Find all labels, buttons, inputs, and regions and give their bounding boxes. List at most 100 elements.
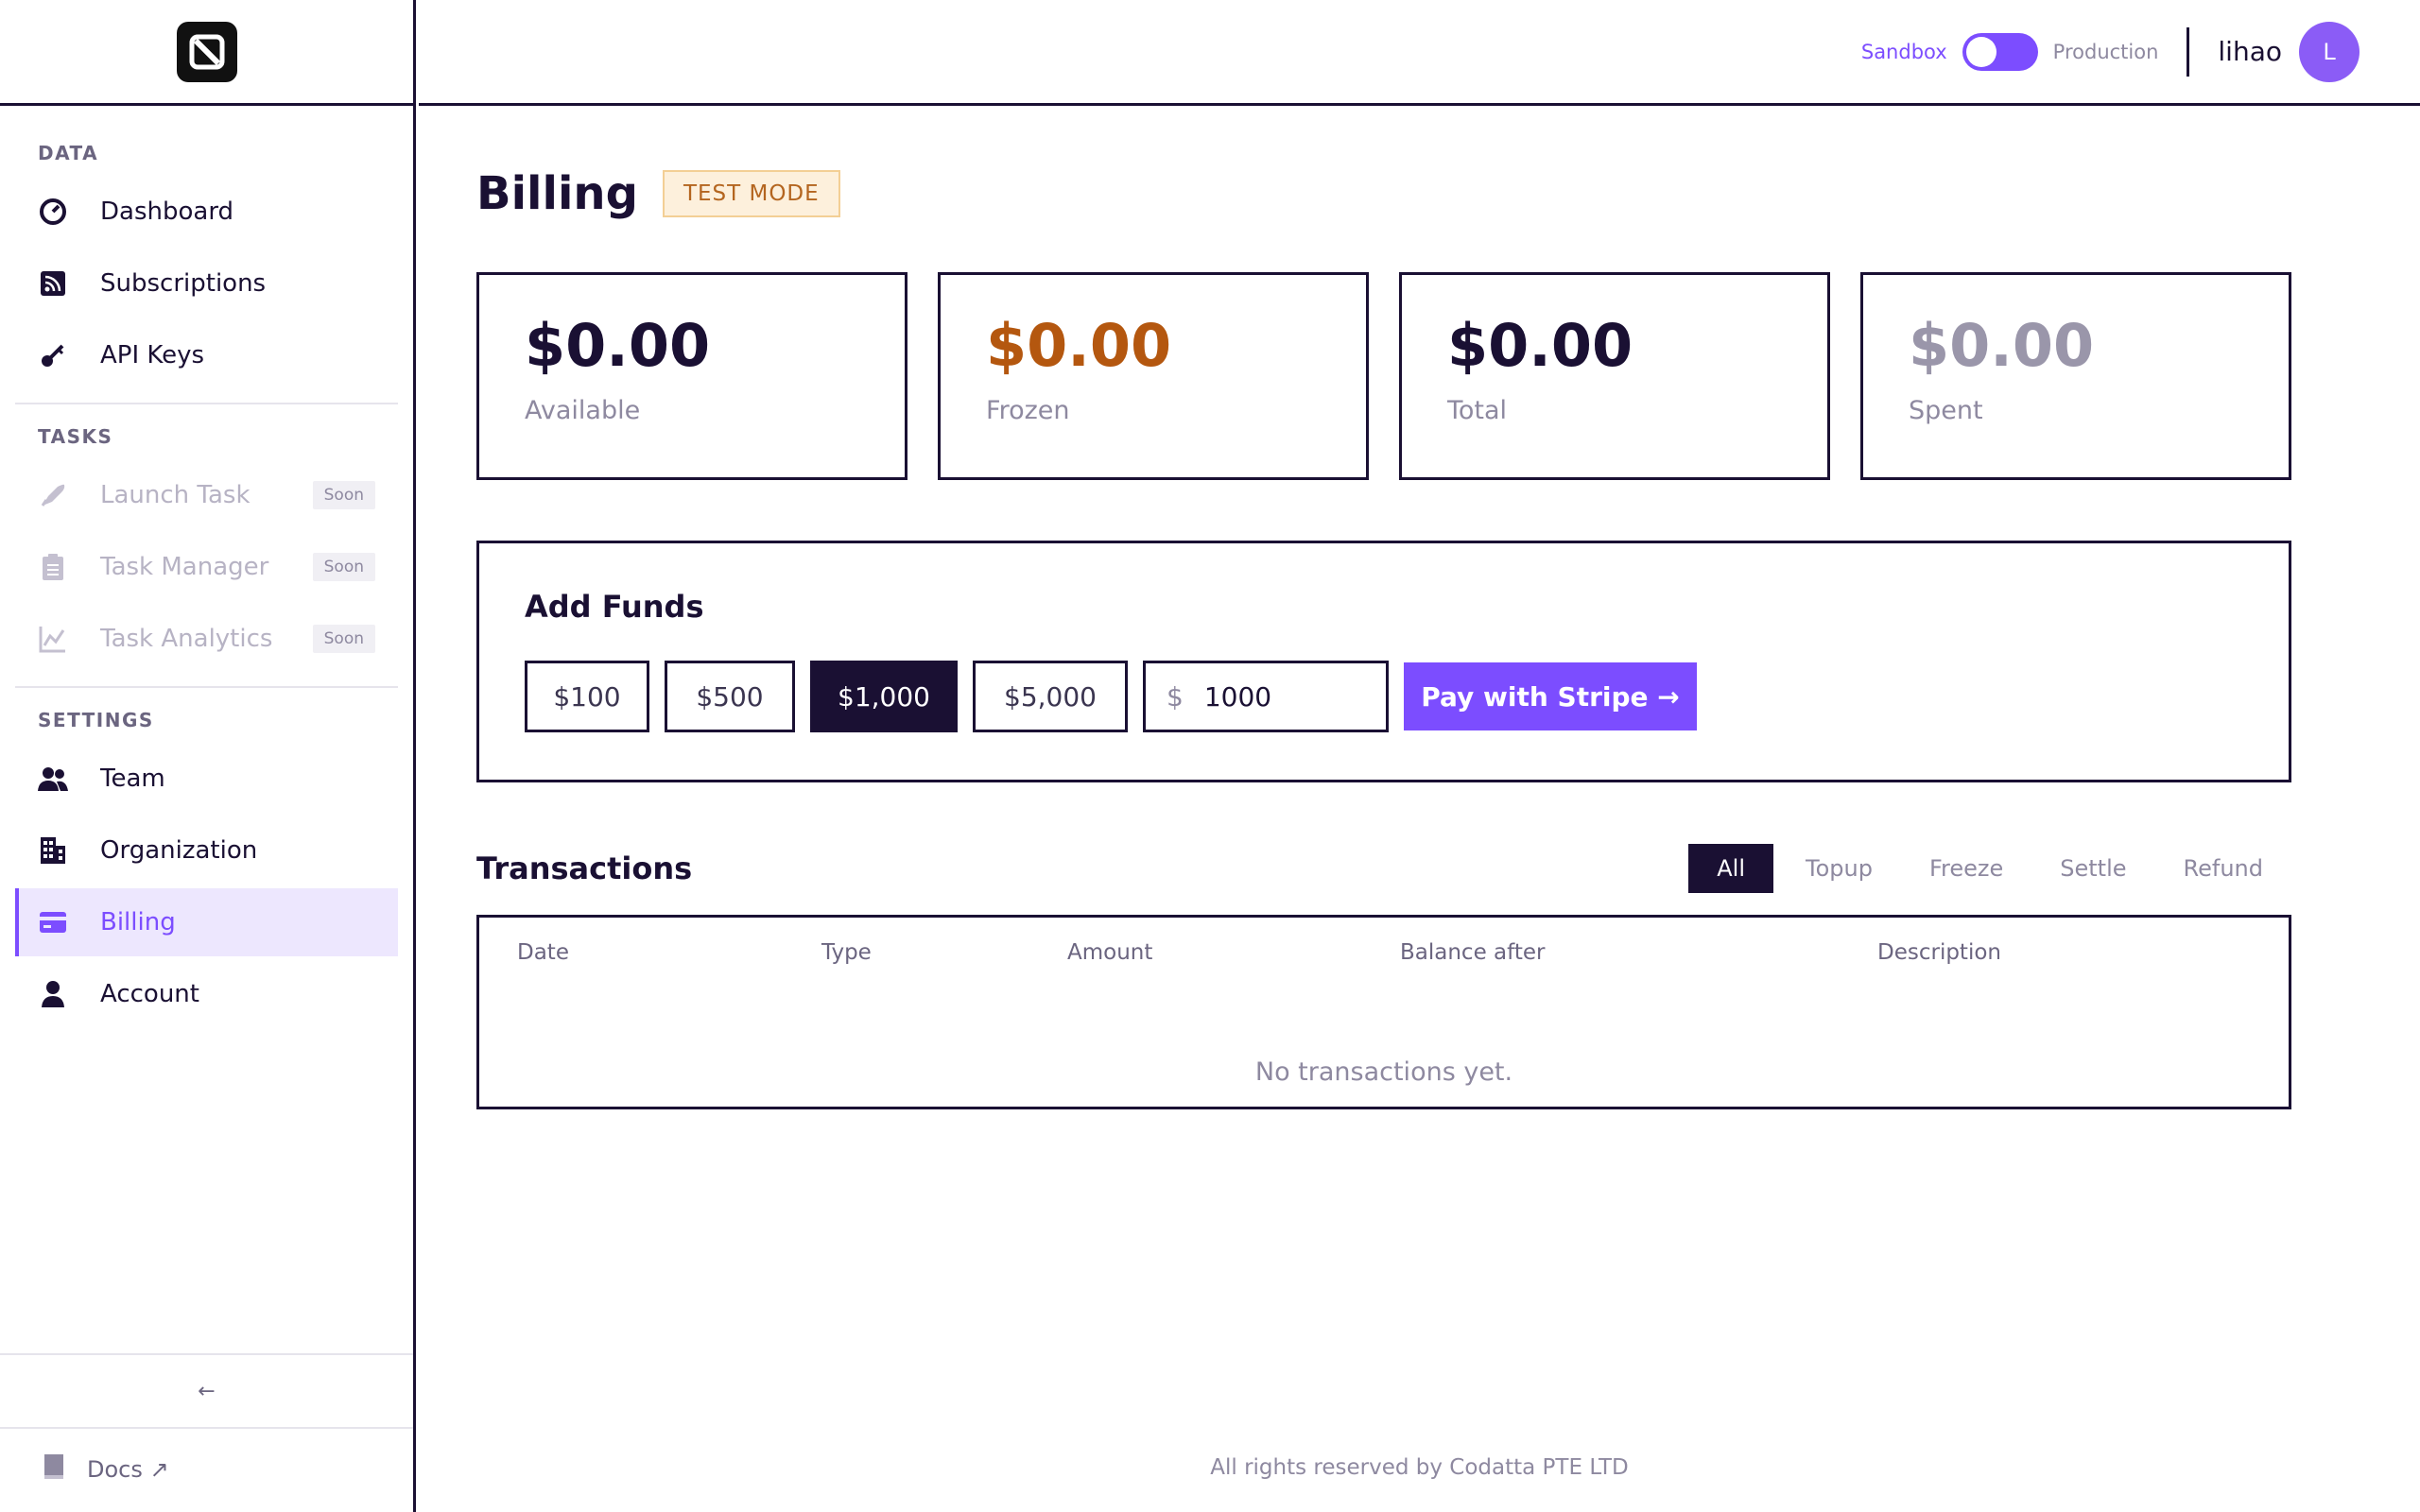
env-sandbox-label[interactable]: Sandbox (1861, 41, 1947, 63)
currency-symbol: $ (1167, 680, 1184, 713)
amount-button-5000[interactable]: $5,000 (973, 661, 1128, 732)
environment-toggle[interactable] (1962, 32, 2038, 71)
custom-amount-field[interactable]: $ (1143, 661, 1389, 732)
docs-label: Docs ↗ (87, 1456, 169, 1483)
amount-button-1000[interactable]: $1,000 (810, 661, 958, 732)
filter-topup[interactable]: Topup (1777, 844, 1901, 893)
rss-feed-icon (38, 268, 68, 299)
stat-value: $0.00 (1909, 311, 2095, 380)
sidebar-item-label: Organization (100, 836, 258, 865)
stat-card-frozen: $0.00 Frozen (938, 272, 1369, 480)
book-icon (42, 1453, 66, 1486)
pay-with-stripe-button[interactable]: Pay with Stripe → (1404, 662, 1697, 730)
custom-amount-input[interactable] (1203, 680, 1346, 713)
add-funds-card: Add Funds $100 $500 $1,000 $5,000 $ Pay … (476, 541, 2291, 782)
toggle-knob (1965, 36, 1996, 67)
header-divider (2187, 26, 2190, 77)
chart-icon (38, 624, 68, 654)
balance-stats: $0.00 Available $0.00 Frozen $0.00 Total… (476, 272, 2291, 480)
filter-all[interactable]: All (1688, 844, 1774, 893)
stat-value: $0.00 (525, 311, 711, 380)
sidebar-item-api-keys[interactable]: API Keys (15, 321, 398, 389)
transactions-title: Transactions (476, 850, 693, 886)
sidebar-item-task-analytics: Task Analytics Soon (15, 605, 398, 673)
top-header: Sandbox Production lihao L (419, 0, 2420, 106)
section-label-settings: SETTINGS (38, 709, 154, 731)
nav-section-tasks: TASKS Launch Task Soon Task Manager Soon (0, 404, 413, 673)
app-root: DATA Dashboard Subscriptions API Keys TA… (0, 0, 2420, 1512)
stat-label: Available (525, 396, 641, 425)
soon-badge: Soon (312, 553, 375, 581)
sidebar-item-label: Subscriptions (100, 269, 267, 298)
amount-button-100[interactable]: $100 (525, 661, 649, 732)
nav-section-data: DATA Dashboard Subscriptions API Keys (0, 106, 413, 389)
stat-value: $0.00 (1447, 311, 1634, 380)
amount-button-500[interactable]: $500 (665, 661, 795, 732)
building-icon (38, 835, 68, 866)
transactions-header: Transactions All Topup Freeze Settle Ref… (476, 842, 2291, 895)
stat-card-total: $0.00 Total (1399, 272, 1830, 480)
sidebar-item-subscriptions[interactable]: Subscriptions (15, 249, 398, 318)
column-header-balance-after: Balance after (1400, 940, 1546, 965)
dashboard-gauge-icon (38, 197, 68, 227)
sidebar-item-launch-task: Launch Task Soon (15, 461, 398, 529)
sidebar-item-organization[interactable]: Organization (15, 816, 398, 885)
sidebar-item-label: Task Manager (100, 553, 269, 581)
stat-value: $0.00 (986, 311, 1172, 380)
sidebar-item-task-manager: Task Manager Soon (15, 533, 398, 601)
soon-badge: Soon (312, 481, 375, 509)
logo-area (0, 0, 413, 106)
sidebar-item-billing[interactable]: Billing (15, 888, 398, 956)
transaction-filters: All Topup Freeze Settle Refund (1688, 844, 2291, 893)
title-row: Billing TEST MODE (476, 167, 840, 220)
stat-label: Frozen (986, 396, 1070, 425)
sidebar: DATA Dashboard Subscriptions API Keys TA… (0, 0, 416, 1512)
username[interactable]: lihao (2218, 36, 2282, 67)
sidebar-item-account[interactable]: Account (15, 960, 398, 1028)
env-production-label[interactable]: Production (2053, 41, 2159, 63)
arrow-left-icon: ← (198, 1379, 216, 1403)
filter-freeze[interactable]: Freeze (1901, 844, 2031, 893)
stat-card-available: $0.00 Available (476, 272, 908, 480)
add-funds-title: Add Funds (525, 589, 704, 625)
sidebar-item-dashboard[interactable]: Dashboard (15, 178, 398, 246)
sidebar-item-label: Launch Task (100, 481, 251, 509)
column-header-description: Description (1877, 940, 2001, 965)
rocket-icon (38, 480, 68, 510)
stat-card-spent: $0.00 Spent (1860, 272, 2291, 480)
transactions-table: Date Type Amount Balance after Descripti… (476, 915, 2291, 1109)
filter-settle[interactable]: Settle (2031, 844, 2154, 893)
page-title: Billing (476, 167, 638, 220)
column-header-type: Type (821, 940, 872, 965)
column-header-amount: Amount (1067, 940, 1153, 965)
stat-label: Spent (1909, 396, 1983, 425)
nav-section-settings: SETTINGS Team Organization Billing Accou… (0, 688, 413, 1028)
sidebar-item-label: Task Analytics (100, 625, 273, 653)
sidebar-item-label: API Keys (100, 341, 205, 369)
filter-refund[interactable]: Refund (2155, 844, 2291, 893)
collapse-sidebar-button[interactable]: ← (0, 1353, 413, 1429)
sidebar-item-label: Team (100, 765, 165, 793)
add-funds-row: $100 $500 $1,000 $5,000 $ Pay with Strip… (525, 661, 2243, 732)
sidebar-item-label: Dashboard (100, 198, 234, 226)
test-mode-badge: TEST MODE (662, 170, 840, 217)
section-label-tasks: TASKS (38, 425, 113, 448)
column-header-date: Date (517, 940, 569, 965)
user-icon (38, 979, 68, 1009)
empty-state-text: No transactions yet. (1254, 1057, 1513, 1087)
users-icon (38, 764, 68, 794)
footer-copyright: All rights reserved by Codatta PTE LTD (1210, 1455, 1629, 1480)
sidebar-item-label: Account (100, 980, 199, 1008)
soon-badge: Soon (312, 625, 375, 653)
logo-mark-icon (189, 34, 224, 69)
sidebar-item-team[interactable]: Team (15, 745, 398, 813)
section-label-data: DATA (38, 142, 99, 164)
table-header-row: Date Type Amount Balance after Descripti… (479, 918, 2289, 984)
stat-label: Total (1447, 396, 1508, 425)
clipboard-icon (38, 552, 68, 582)
key-icon (38, 340, 68, 370)
docs-link[interactable]: Docs ↗ (42, 1453, 169, 1486)
avatar[interactable]: L (2299, 21, 2360, 82)
main-content: Billing TEST MODE $0.00 Available $0.00 … (419, 109, 2420, 1512)
app-logo[interactable] (176, 21, 237, 82)
